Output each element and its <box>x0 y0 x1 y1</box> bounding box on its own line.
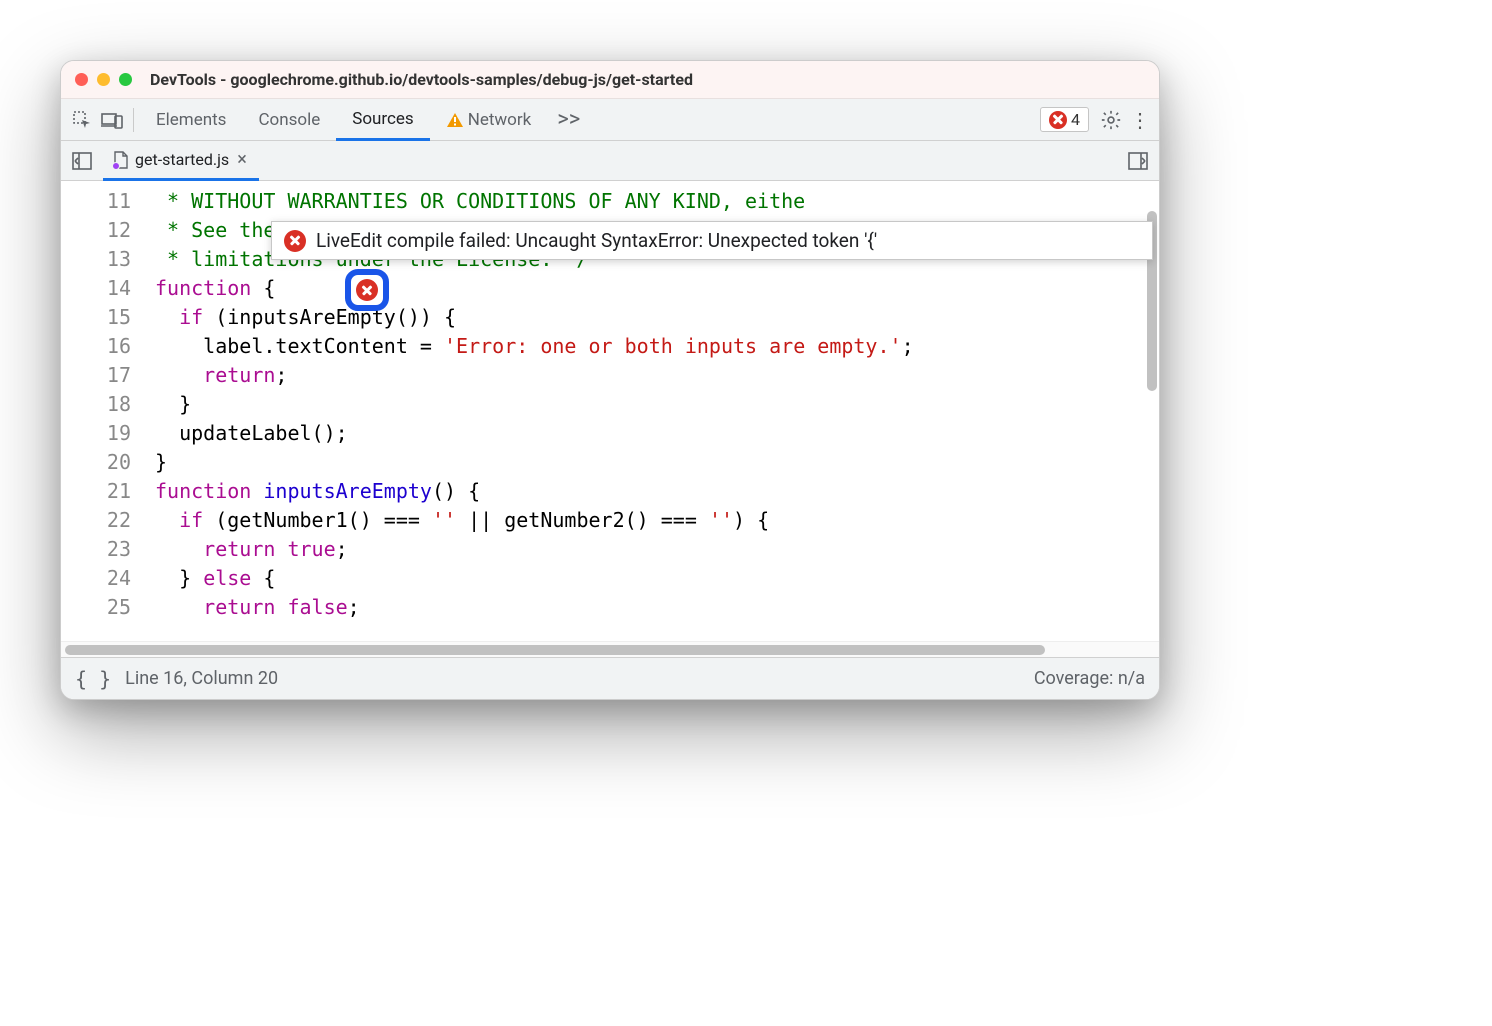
error-count-badge[interactable]: 4 <box>1040 107 1089 132</box>
tab-network[interactable]: Network <box>430 99 548 140</box>
warning-icon <box>446 112 464 128</box>
status-bar: { } Line 16, Column 20 Coverage: n/a <box>61 657 1159 699</box>
debugger-toggle-icon[interactable] <box>1123 146 1153 176</box>
error-tooltip: LiveEdit compile failed: Uncaught Syntax… <box>271 221 1153 260</box>
error-icon <box>1049 111 1067 129</box>
file-name: get-started.js <box>135 150 229 169</box>
line-gutter: 111213141516171819202122232425 <box>61 181 151 641</box>
tab-label: Network <box>468 110 532 130</box>
file-tab[interactable]: get-started.js × <box>103 142 259 181</box>
horizontal-scrollbar[interactable] <box>61 641 1159 657</box>
maximize-window-button[interactable] <box>119 73 132 86</box>
tab-elements[interactable]: Elements <box>140 99 242 140</box>
divider <box>133 108 134 132</box>
device-toolbar-icon[interactable] <box>97 105 127 135</box>
tab-label: Elements <box>156 110 226 130</box>
inspect-element-icon[interactable] <box>67 105 97 135</box>
coverage-status: Coverage: n/a <box>1034 668 1145 689</box>
tab-console[interactable]: Console <box>242 99 336 140</box>
navigator-toggle-icon[interactable] <box>67 146 97 176</box>
error-count: 4 <box>1071 110 1080 129</box>
settings-button[interactable] <box>1095 104 1127 136</box>
scrollbar-thumb[interactable] <box>65 645 1045 655</box>
tab-label: Console <box>258 110 320 130</box>
close-tab-button[interactable]: × <box>235 149 249 170</box>
tooltip-message: LiveEdit compile failed: Uncaught Syntax… <box>316 229 877 252</box>
sources-subbar: get-started.js × <box>61 141 1159 181</box>
error-marker-highlight <box>345 269 389 311</box>
error-icon <box>356 279 378 301</box>
code-editor[interactable]: 111213141516171819202122232425 * WITHOUT… <box>61 181 1159 641</box>
tab-sources[interactable]: Sources <box>336 99 429 141</box>
cursor-position: Line 16, Column 20 <box>125 668 278 689</box>
devtools-window: DevTools - googlechrome.github.io/devtoo… <box>60 60 1160 700</box>
panel-tabs: Elements Console Sources Network <box>140 99 547 140</box>
minimize-window-button[interactable] <box>97 73 110 86</box>
pretty-print-button[interactable]: { } <box>75 667 111 691</box>
close-window-button[interactable] <box>75 73 88 86</box>
tab-label: Sources <box>352 109 413 129</box>
more-options-button[interactable]: ⋮ <box>1127 108 1153 132</box>
more-tabs-button[interactable]: >> <box>547 107 590 132</box>
main-toolbar: Elements Console Sources Network >> 4 ⋮ <box>61 99 1159 141</box>
titlebar: DevTools - googlechrome.github.io/devtoo… <box>61 61 1159 99</box>
window-title: DevTools - googlechrome.github.io/devtoo… <box>150 70 693 89</box>
file-icon <box>113 151 129 169</box>
modified-dot-icon <box>112 162 120 170</box>
window-controls <box>75 73 132 86</box>
error-icon <box>284 230 306 252</box>
